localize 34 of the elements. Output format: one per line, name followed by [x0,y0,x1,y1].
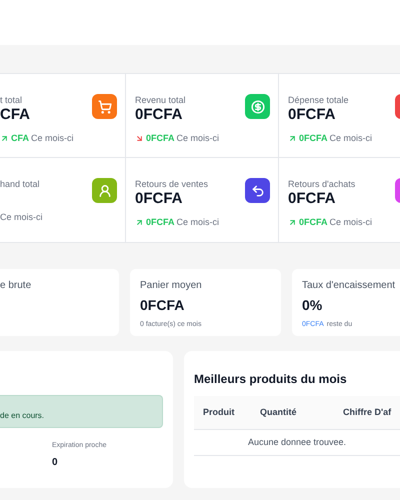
trend-period: Ce mois-ci [176,216,220,228]
summary-label: e brute [0,279,32,293]
stat-label: hand total [0,178,40,190]
stat-value: 0FCFA [135,190,184,208]
stat-value: 0FCFA [288,106,337,124]
metric-value: 0 [52,457,59,469]
stat-label: Revenu total [135,94,186,106]
stat-value: 0FCFA [288,190,337,208]
stat-label: Dépense totale [288,94,349,106]
trend-amount: 0FCFA [299,216,328,228]
column-header: Chiffre D'af [343,406,392,419]
trend-amount: 0FCFA [146,216,175,228]
column-header: Quantité [260,406,298,419]
stat-label: Retours de ventes [135,178,208,190]
trend-amount: 0FCFA [299,132,328,144]
stat-value: 0FCFA [135,106,184,124]
empty-message: Aucune donnee trouvee. [248,436,346,449]
trend-period: Ce mois-ci [330,132,372,144]
summary-value: 0FCFA [140,296,186,314]
stat-value: CFA [0,106,30,124]
trend-period: Ce mois-ci [31,132,74,144]
trend-amount: 0FCFA [146,132,175,144]
trend-period: Ce mois-ci [0,211,43,223]
card-title: Meilleurs produits du mois [194,371,348,387]
column-header: Produit [202,406,236,419]
stat-label: t total [0,94,24,106]
summary-label: Panier moyen [140,279,203,293]
alert-text: de en cours. [0,411,44,421]
trend-amount: CFA [11,132,29,144]
trend-period: Ce mois-ci [176,132,220,144]
summary-value: 0% [302,296,324,314]
stat-label: Retours d'achats [288,178,356,190]
summary-label: Taux d'encaissement [302,279,396,293]
trend-period: Ce mois-ci [330,216,372,228]
